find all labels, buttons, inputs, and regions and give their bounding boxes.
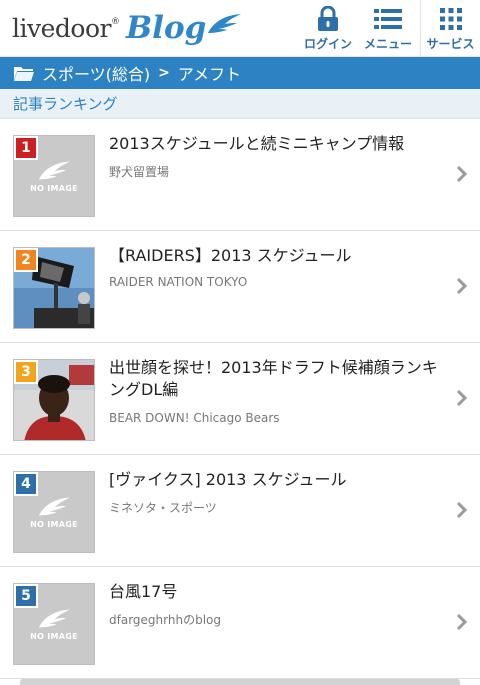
wing-icon bbox=[38, 161, 71, 179]
service-button[interactable]: サービス bbox=[420, 0, 480, 57]
logo-mark: ® bbox=[110, 17, 120, 27]
blog-name: dfargeghrhhのblog bbox=[109, 613, 221, 627]
rank-badge: 4 bbox=[14, 472, 38, 496]
breadcrumb-current: アメフト bbox=[177, 65, 242, 84]
article-thumbnail: 2 bbox=[13, 247, 95, 329]
blog-name: 野犬留置場 bbox=[109, 165, 170, 179]
more-button-edge[interactable] bbox=[20, 679, 460, 685]
breadcrumb: スポーツ(総合) > アメフト bbox=[0, 57, 480, 89]
chevron-right-icon bbox=[456, 277, 468, 295]
rank-badge: 2 bbox=[14, 248, 38, 272]
lock-icon bbox=[318, 5, 338, 31]
ranking-item[interactable]: 4 NO IMAGE [ヴァイクス] 2013 スケジュール ミネソタ・スポーツ bbox=[0, 455, 480, 567]
article-title[interactable]: 【RAIDERS】2013 スケジュール bbox=[109, 245, 449, 267]
breadcrumb-category[interactable]: スポーツ(総合) bbox=[42, 61, 150, 85]
wing-icon bbox=[38, 609, 71, 627]
login-label: ログイン bbox=[303, 37, 352, 51]
header: livedoor ® Blog ログイン メニュー サービス bbox=[0, 0, 480, 57]
no-image-label: NO IMAGE bbox=[30, 519, 78, 529]
rank-badge: 3 bbox=[14, 360, 38, 384]
wing-icon bbox=[38, 497, 71, 515]
article-title[interactable]: 出世顔を探せ！2013年ドラフト候補顔ランキングDL編 bbox=[109, 357, 449, 401]
service-label: サービス bbox=[426, 37, 475, 51]
no-image-label: NO IMAGE bbox=[30, 631, 78, 641]
logo-blog: Blog bbox=[125, 10, 207, 46]
rank-badge: 5 bbox=[14, 584, 38, 608]
article-title[interactable]: [ヴァイクス] 2013 スケジュール bbox=[109, 469, 449, 491]
grid-icon bbox=[439, 7, 462, 30]
ranking-list: 1 NO IMAGE 2013スケジュールと続ミニキャンプ情報 野犬留置場 2 bbox=[0, 119, 480, 679]
no-image-thumbnail: 4 NO IMAGE bbox=[13, 471, 95, 553]
chevron-right-icon bbox=[456, 165, 468, 183]
no-image-label: NO IMAGE bbox=[30, 183, 78, 193]
menu-button[interactable]: メニュー bbox=[360, 0, 416, 57]
wing-icon bbox=[208, 14, 242, 33]
ranking-item[interactable]: 2 【RAIDERS】2013 スケジュール RAIDER NATION TOK… bbox=[0, 231, 480, 343]
livedoor-blog-logo[interactable]: livedoor ® Blog bbox=[12, 9, 242, 47]
article-title[interactable]: 台風17号 bbox=[109, 581, 449, 603]
folder-icon bbox=[13, 65, 35, 82]
chevron-right-icon bbox=[456, 613, 468, 631]
article-thumbnail: 3 bbox=[13, 359, 95, 441]
no-image-thumbnail: 5 NO IMAGE bbox=[13, 583, 95, 665]
ranking-item[interactable]: 5 NO IMAGE 台風17号 dfargeghrhhのblog bbox=[0, 567, 480, 679]
rank-badge: 1 bbox=[14, 136, 38, 160]
menu-label: メニュー bbox=[363, 37, 412, 51]
no-image-thumbnail: 1 NO IMAGE bbox=[13, 135, 95, 217]
list-menu-icon bbox=[374, 8, 402, 29]
login-button[interactable]: ログイン bbox=[302, 0, 354, 57]
chevron-right-icon bbox=[456, 389, 468, 407]
blog-name: ミネソタ・スポーツ bbox=[109, 501, 217, 515]
logo-text: livedoor bbox=[12, 13, 111, 43]
chevron-right-icon bbox=[456, 501, 468, 519]
blog-name: RAIDER NATION TOKYO bbox=[109, 275, 248, 289]
ranking-item[interactable]: 1 NO IMAGE 2013スケジュールと続ミニキャンプ情報 野犬留置場 bbox=[0, 119, 480, 231]
breadcrumb-separator: > bbox=[158, 65, 170, 81]
article-title[interactable]: 2013スケジュールと続ミニキャンプ情報 bbox=[109, 133, 449, 155]
blog-name: BEAR DOWN! Chicago Bears bbox=[109, 411, 280, 425]
ranking-item[interactable]: 3 出世顔を探せ！2013年ドラフト候補顔ランキングDL編 BEAR DOWN!… bbox=[0, 343, 480, 455]
section-title: 記事ランキング bbox=[0, 89, 480, 119]
